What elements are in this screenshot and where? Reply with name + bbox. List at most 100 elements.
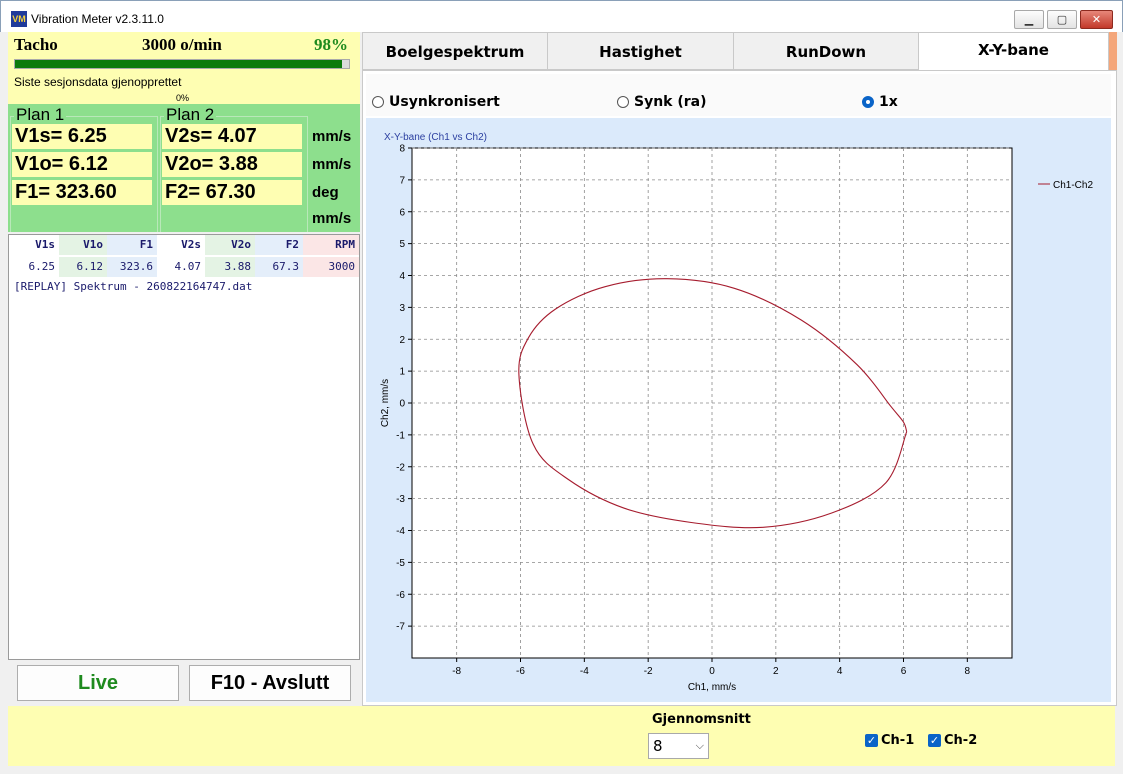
v2s-value: V2s= 4.07 — [162, 124, 302, 149]
legend-label: Ch1-Ch2 — [1053, 180, 1093, 191]
x-tick-label: 6 — [901, 666, 907, 677]
radio-button-icon — [617, 96, 629, 108]
y-tick-label: 0 — [399, 399, 405, 410]
y-tick-label: 3 — [399, 303, 405, 314]
y-tick-label: -3 — [396, 494, 405, 505]
title-bar: VM Vibration Meter v2.3.11.0 ▁ ▢ ✕ — [0, 0, 1123, 32]
status-percent: 0% — [176, 93, 190, 103]
chart-legend: Ch1-Ch2 — [1038, 180, 1093, 191]
unit-label: mm/s — [312, 156, 352, 173]
y-tick-label: 2 — [399, 335, 405, 346]
radio-synk-ra[interactable]: Synk (ra) — [617, 94, 707, 110]
plan2-title: Plan 2 — [164, 105, 217, 125]
tab-boelgespektrum[interactable]: Boelgespektrum — [362, 32, 548, 70]
table-cell: 323.6 — [107, 257, 157, 277]
tab-xy-bane[interactable]: X-Y-bane — [918, 32, 1109, 70]
x-tick-label: 2 — [773, 666, 779, 677]
chevron-down-icon: ⌵ — [695, 739, 704, 752]
table-row[interactable]: 6.25 6.12 323.6 4.07 3.88 67.3 3000 — [9, 257, 359, 277]
radio-label: 1x — [879, 94, 898, 110]
status-text: Siste sesjonsdata gjenopprettet — [14, 75, 182, 89]
live-button[interactable]: Live — [17, 665, 179, 701]
x-axis-label: Ch1, mm/s — [688, 682, 736, 693]
checkbox-checked-icon: ✓ — [928, 734, 941, 747]
chart-title: X-Y-bane (Ch1 vs Ch2) — [384, 132, 487, 143]
y-tick-label: -5 — [396, 558, 405, 569]
minimize-icon: ▁ — [1024, 13, 1034, 26]
tab-bar: Boelgespektrum Hastighet RunDown X-Y-ban… — [362, 32, 1117, 70]
table-cell: 3000 — [303, 257, 359, 277]
column-header: F1 — [107, 235, 157, 255]
minimize-button[interactable]: ▁ — [1014, 10, 1044, 29]
table-header: V1s V1o F1 V2s V2o F2 RPM — [9, 235, 359, 255]
log-line: [REPLAY] Spektrum - 260822164747.dat — [14, 280, 253, 293]
xy-orbit-chart[interactable]: X-Y-bane (Ch1 vs Ch2) -8 -6 -4 -2 0 2 4 6 8 -7 -6 -… — [366, 118, 1111, 702]
column-header: V2o — [205, 235, 255, 255]
exit-button[interactable]: F10 - Avslutt — [189, 665, 351, 701]
column-header: V1o — [59, 235, 107, 255]
tab-rundown[interactable]: RunDown — [733, 32, 919, 70]
tacho-progress-fill — [15, 60, 343, 68]
y-tick-label: 6 — [399, 207, 405, 218]
y-tick-label: -4 — [396, 526, 405, 537]
y-tick-label: 7 — [399, 175, 405, 186]
table-cell: 6.12 — [59, 257, 107, 277]
ch2-checkbox[interactable]: ✓ Ch-2 — [928, 733, 977, 748]
radio-1x[interactable]: 1x — [862, 94, 898, 110]
window-title: Vibration Meter v2.3.11.0 — [31, 12, 164, 26]
sync-mode-bar: Usynkronisert Synk (ra) 1x — [366, 74, 1111, 116]
radio-button-checked-icon — [862, 96, 874, 108]
tacho-rpm: 3000 o/min — [142, 35, 222, 54]
table-cell: 67.3 — [255, 257, 303, 277]
x-tick-label: -2 — [644, 666, 653, 677]
table-cell: 4.07 — [157, 257, 205, 277]
f1-value: F1= 323.60 — [12, 180, 152, 205]
checkbox-label: Ch-1 — [881, 733, 915, 748]
checkbox-checked-icon: ✓ — [865, 734, 878, 747]
y-axis-label: Ch2, mm/s — [380, 379, 391, 427]
maximize-icon: ▢ — [1056, 13, 1068, 26]
xy-chart-area[interactable]: X-Y-bane (Ch1 vs Ch2) -8 -6 -4 -2 0 2 4 6 8 -7 -6 -… — [366, 118, 1111, 702]
averaging-label: Gjennomsnitt — [652, 712, 751, 727]
unit-label: mm/s — [312, 210, 352, 227]
y-tick-label: 1 — [399, 367, 405, 378]
plan-panel: Plan 1 Plan 2 V1s= 6.25 V1o= 6.12 F1= 32… — [8, 104, 360, 232]
y-tick-label: 5 — [399, 239, 405, 250]
tacho-percent: 98% — [314, 35, 348, 54]
ch1-checkbox[interactable]: ✓ Ch-1 — [865, 733, 914, 748]
unit-label: mm/s — [312, 128, 352, 145]
plan1-title: Plan 1 — [14, 105, 67, 125]
y-tick-label: -7 — [396, 622, 405, 633]
x-tick-label: 4 — [837, 666, 843, 677]
x-tick-label: -4 — [580, 666, 589, 677]
y-tick-label: -6 — [396, 590, 405, 601]
x-tick-label: 8 — [965, 666, 971, 677]
tacho-progress-bar — [14, 59, 350, 69]
column-header: RPM — [303, 235, 359, 255]
unit-label: deg — [312, 184, 339, 201]
f2-value: F2= 67.30 — [162, 180, 302, 205]
app-icon: VM — [11, 11, 27, 27]
column-header: V2s — [157, 235, 205, 255]
maximize-button[interactable]: ▢ — [1047, 10, 1077, 29]
averaging-value: 8 — [653, 737, 663, 755]
v1s-value: V1s= 6.25 — [12, 124, 152, 149]
y-tick-label: 8 — [399, 144, 405, 155]
column-header: F2 — [255, 235, 303, 255]
table-cell: 6.25 — [9, 257, 59, 277]
x-tick-label: -6 — [516, 666, 525, 677]
close-button[interactable]: ✕ — [1080, 10, 1113, 29]
checkbox-label: Ch-2 — [944, 733, 978, 748]
column-header: V1s — [9, 235, 59, 255]
tacho-panel: Tacho 3000 o/min 98% Siste sesjonsdata g… — [8, 32, 360, 104]
averaging-select[interactable]: 8 ⌵ — [648, 733, 709, 759]
measurement-table[interactable]: V1s V1o F1 V2s V2o F2 RPM 6.25 6.12 323.… — [8, 234, 360, 660]
radio-label: Usynkronisert — [389, 94, 500, 110]
tab-hastighet[interactable]: Hastighet — [547, 32, 734, 70]
table-cell: 3.88 — [205, 257, 255, 277]
y-tick-label: 4 — [399, 271, 405, 282]
y-tick-label: -2 — [396, 462, 405, 473]
radio-usynkronisert[interactable]: Usynkronisert — [372, 94, 500, 110]
x-tick-label: -8 — [452, 666, 461, 677]
y-tick-label: -1 — [396, 430, 405, 441]
